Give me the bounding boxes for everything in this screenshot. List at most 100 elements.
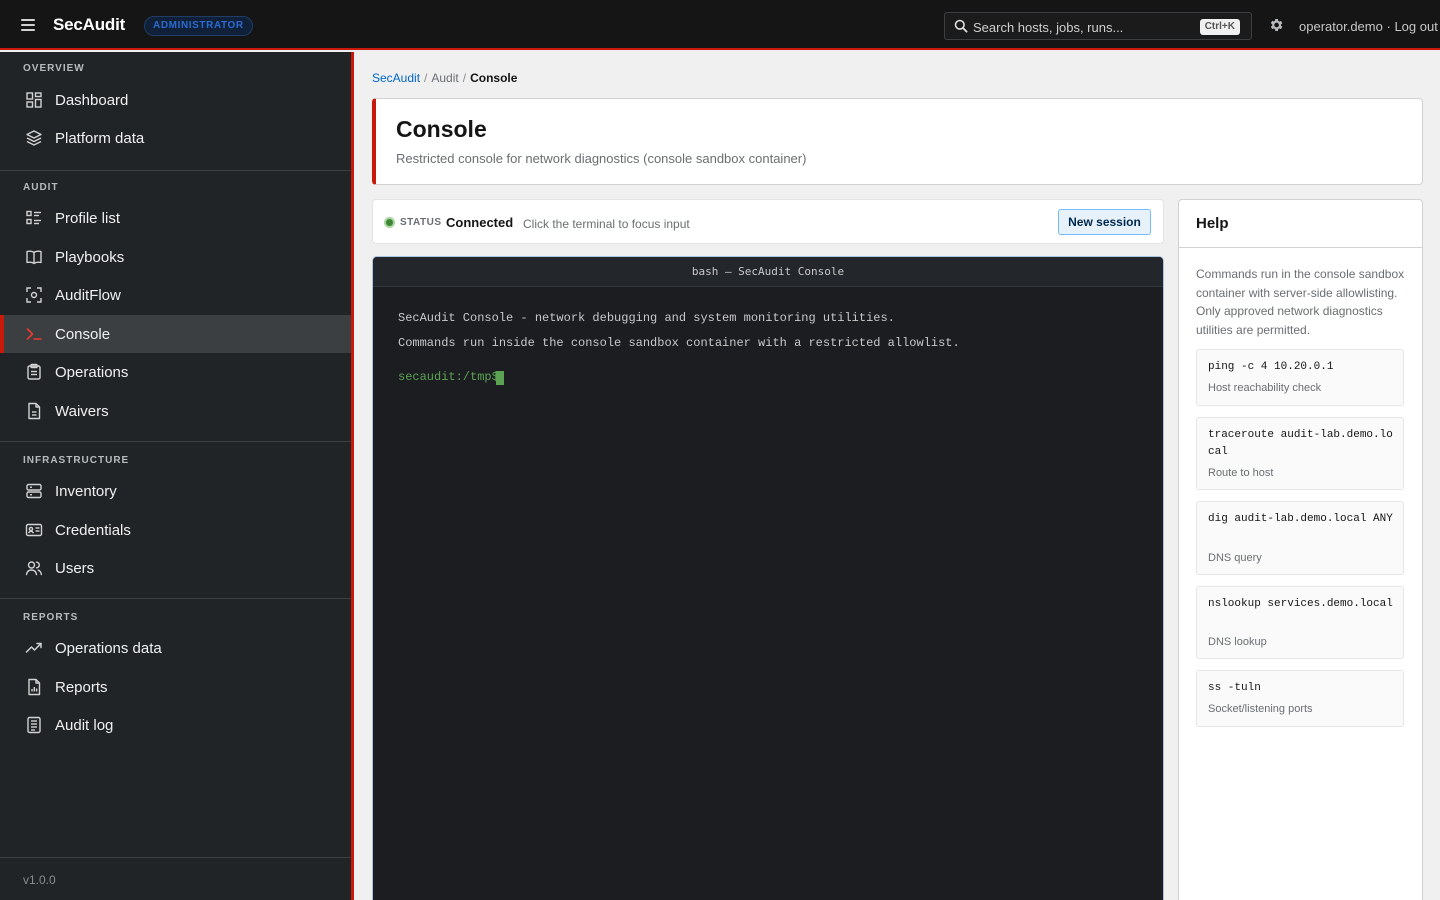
nav-divider (0, 598, 351, 599)
search-box[interactable]: Ctrl+K (944, 12, 1252, 40)
sidebar-item-console[interactable]: Console (0, 315, 351, 353)
status-value: Connected (446, 215, 514, 230)
search-icon (954, 19, 968, 33)
terminal-icon (26, 328, 42, 340)
sidebar-item-label: Reports (55, 679, 108, 696)
id-card-icon (25, 523, 43, 537)
sidebar-item-reports[interactable]: Reports (0, 668, 351, 706)
menu-toggle-icon[interactable] (21, 19, 35, 31)
nav-group-title: REPORTS (23, 612, 79, 623)
command-code: ss -tuln (1208, 682, 1261, 694)
sidebar-item-label: Console (55, 326, 111, 343)
sidebar-item-profile-list[interactable]: Profile list (0, 199, 351, 237)
page-title: Console (396, 116, 487, 142)
nav-divider (0, 441, 351, 442)
status-hint: Click the terminal to focus input (523, 217, 690, 231)
command-code: nslookup services.demo.local (1208, 598, 1393, 610)
terminal-title: bash — SecAudit Console (373, 257, 1163, 287)
command-description: DNS lookup (1208, 636, 1267, 648)
page-subtitle: Restricted console for network diagnosti… (396, 151, 807, 166)
sidebar-item-inventory[interactable]: Inventory (0, 472, 351, 510)
breadcrumb-current: Console (470, 71, 518, 85)
report-icon (28, 678, 41, 696)
sidebar-item-label: Profile list (55, 210, 121, 227)
command-code: dig audit-lab.demo.local ANY (1208, 513, 1393, 525)
command-description: Host reachability check (1208, 382, 1322, 394)
username[interactable]: operator.demo (1299, 19, 1383, 34)
sidebar-item-operations[interactable]: Operations (0, 353, 351, 391)
command-example-card[interactable]: dig audit-lab.demo.local ANY DNS query (1196, 501, 1404, 575)
trend-icon (25, 642, 42, 653)
sidebar-item-playbooks[interactable]: Playbooks (0, 238, 351, 276)
list-icon (26, 210, 41, 225)
sidebar-item-dashboard[interactable]: Dashboard (0, 81, 351, 119)
status-indicator-dot (384, 217, 395, 228)
command-description: DNS query (1208, 552, 1262, 564)
sidebar-item-users[interactable]: Users (0, 549, 351, 587)
search-input[interactable] (973, 18, 1193, 36)
server-icon (26, 483, 42, 499)
sidebar-accent-border (351, 52, 354, 900)
nav-group-title: OVERVIEW (23, 63, 85, 74)
sidebar-item-label: Audit log (55, 717, 114, 734)
sidebar-item-label: Credentials (55, 522, 131, 539)
new-session-button[interactable]: New session (1058, 209, 1151, 235)
sidebar: OVERVIEW Dashboard Platform data AUDIT P… (0, 52, 351, 900)
brand-logo[interactable]: SecAudit (53, 15, 125, 35)
page-header-card: Console Restricted console for network d… (372, 98, 1423, 185)
command-description: Socket/listening ports (1208, 703, 1313, 715)
breadcrumb-root-link[interactable]: SecAudit (372, 71, 420, 85)
command-example-card[interactable]: traceroute audit-lab.demo.local Route to… (1196, 417, 1404, 490)
terminal-output-line: SecAudit Console - network debugging and… (398, 311, 895, 325)
sidebar-item-label: Dashboard (55, 92, 129, 109)
help-description: Commands run in the console sandbox cont… (1196, 267, 1405, 337)
version-label: v1.0.0 (23, 873, 56, 887)
sidebar-item-label: Operations data (55, 640, 162, 657)
sidebar-item-label: AuditFlow (55, 287, 121, 304)
command-example-card[interactable]: ss -tuln Socket/listening ports (1196, 670, 1404, 727)
connection-status-bar: STATUS Connected Click the terminal to f… (372, 199, 1164, 244)
sidebar-item-label: Inventory (55, 483, 117, 500)
clipboard-icon (27, 363, 41, 380)
sidebar-item-operations-data[interactable]: Operations data (0, 629, 351, 667)
status-label: STATUS (400, 217, 442, 228)
sidebar-item-label: Waivers (55, 403, 109, 420)
role-badge: ADMINISTRATOR (144, 16, 253, 36)
command-example-card[interactable]: nslookup services.demo.local DNS lookup (1196, 586, 1404, 659)
help-divider (1179, 247, 1422, 248)
sidebar-item-audit-log[interactable]: Audit log (0, 706, 351, 744)
sidebar-item-credentials[interactable]: Credentials (0, 511, 351, 549)
breadcrumb: SecAudit / Audit / Console (372, 71, 517, 85)
help-title: Help (1196, 215, 1229, 232)
terminal-cursor (496, 371, 504, 385)
book-icon (26, 250, 42, 265)
shortcut-hint: Ctrl+K (1199, 19, 1240, 35)
sidebar-item-label: Playbooks (55, 249, 125, 266)
users-icon (25, 561, 43, 576)
sidebar-item-label: Platform data (55, 130, 145, 147)
terminal-prompt: secaudit:/tmp$ (398, 370, 499, 384)
user-menu: operator.demo · Log out (1299, 19, 1438, 34)
user-separator: · (1386, 19, 1391, 34)
sidebar-item-auditflow[interactable]: AuditFlow (0, 276, 351, 314)
sidebar-item-waivers[interactable]: Waivers (0, 392, 351, 430)
command-example-card[interactable]: ping -c 4 10.20.0.1 Host reachability ch… (1196, 349, 1404, 406)
command-code: traceroute audit-lab.demo.local (1208, 429, 1393, 458)
layers-icon (26, 130, 42, 146)
breadcrumb-separator: / (424, 71, 428, 85)
scan-icon (26, 287, 42, 303)
terminal-window[interactable]: bash — SecAudit Console SecAudit Console… (372, 256, 1164, 900)
help-panel: Help Commands run in the console sandbox… (1178, 199, 1423, 900)
command-description: Route to host (1208, 467, 1274, 479)
terminal-output-line: Commands run inside the console sandbox … (398, 336, 960, 350)
breadcrumb-separator: / (462, 71, 467, 85)
top-bar: SecAudit ADMINISTRATOR Ctrl+K operator.d… (0, 0, 1440, 50)
logout-link[interactable]: Log out (1394, 19, 1437, 34)
sidebar-item-label: Operations (55, 364, 129, 381)
breadcrumb-section[interactable]: Audit (431, 71, 458, 85)
sidebar-item-label: Users (55, 560, 95, 577)
command-code: ping -c 4 10.20.0.1 (1208, 361, 1334, 373)
settings-gear-icon[interactable] (1268, 17, 1284, 33)
sidebar-item-platform-data[interactable]: Platform data (0, 119, 351, 157)
nav-group-title: INFRASTRUCTURE (23, 455, 130, 466)
